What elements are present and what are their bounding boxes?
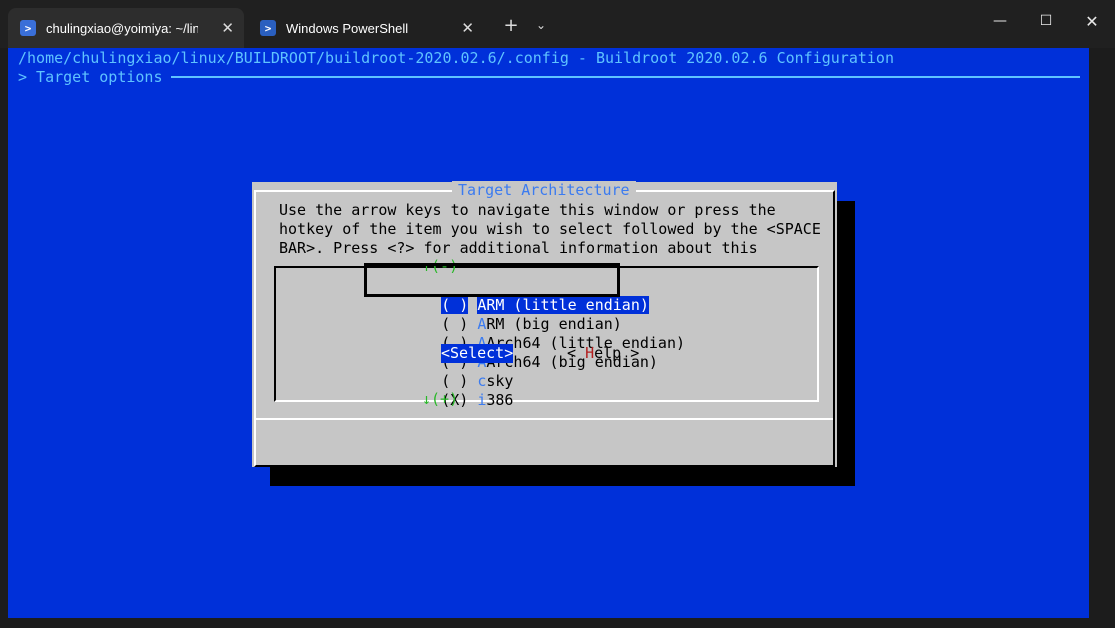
- dialog-divider: [256, 418, 833, 420]
- hotkey: i: [477, 391, 487, 409]
- title-bar: > chulingxiao@yoimiya: ~/linux ✕ > Windo…: [0, 0, 1115, 48]
- maximize-button[interactable]: ☐: [1023, 4, 1069, 38]
- select-button[interactable]: <Select>: [441, 344, 514, 363]
- new-tab-button[interactable]: +: [498, 12, 524, 38]
- powershell-icon: >: [260, 20, 276, 36]
- help-text-line: Use the arrow keys to navigate this wind…: [279, 201, 776, 219]
- help-button[interactable]: < Help >: [567, 344, 639, 363]
- close-window-button[interactable]: ✕: [1069, 4, 1115, 38]
- highlight-annotation-box: [364, 263, 620, 297]
- tab-label: Windows PowerShell: [286, 20, 409, 36]
- terminal-pane[interactable]: /home/chulingxiao/linux/BUILDROOT/buildr…: [8, 48, 1089, 618]
- help-label: elp >: [594, 344, 640, 362]
- minimize-button[interactable]: —: [977, 4, 1023, 38]
- breadcrumb-rule: [171, 76, 1080, 78]
- help-text-line: BAR>. Press <?> for additional informati…: [279, 239, 758, 257]
- linux-terminal-icon: >: [20, 20, 36, 36]
- close-tab-icon[interactable]: ✕: [461, 19, 474, 37]
- tab-powershell[interactable]: > Windows PowerShell ✕: [248, 8, 484, 48]
- window-bottom-edge: [0, 618, 1115, 628]
- scroll-down-indicator[interactable]: ↓(+): [422, 390, 458, 409]
- target-architecture-dialog: Target Architecture Use the arrow keys t…: [252, 181, 837, 467]
- help-hotkey: H: [585, 344, 595, 362]
- terminal-scrollbar[interactable]: [1089, 48, 1115, 618]
- breadcrumb: > Target options: [18, 68, 163, 86]
- help-text-line: hotkey of the item you wish to select fo…: [279, 220, 821, 238]
- config-path-line: /home/chulingxiao/linux/BUILDROOT/buildr…: [18, 49, 894, 67]
- close-tab-icon[interactable]: ✕: [221, 19, 234, 37]
- item-label: 386: [486, 391, 514, 409]
- chevron-down-icon[interactable]: ⌄: [530, 12, 552, 38]
- tab-linux-terminal[interactable]: > chulingxiao@yoimiya: ~/linux ✕: [8, 8, 244, 48]
- help-bracket: <: [567, 344, 586, 362]
- tab-label: chulingxiao@yoimiya: ~/linux: [46, 20, 198, 36]
- dialog-title: Target Architecture: [452, 181, 636, 200]
